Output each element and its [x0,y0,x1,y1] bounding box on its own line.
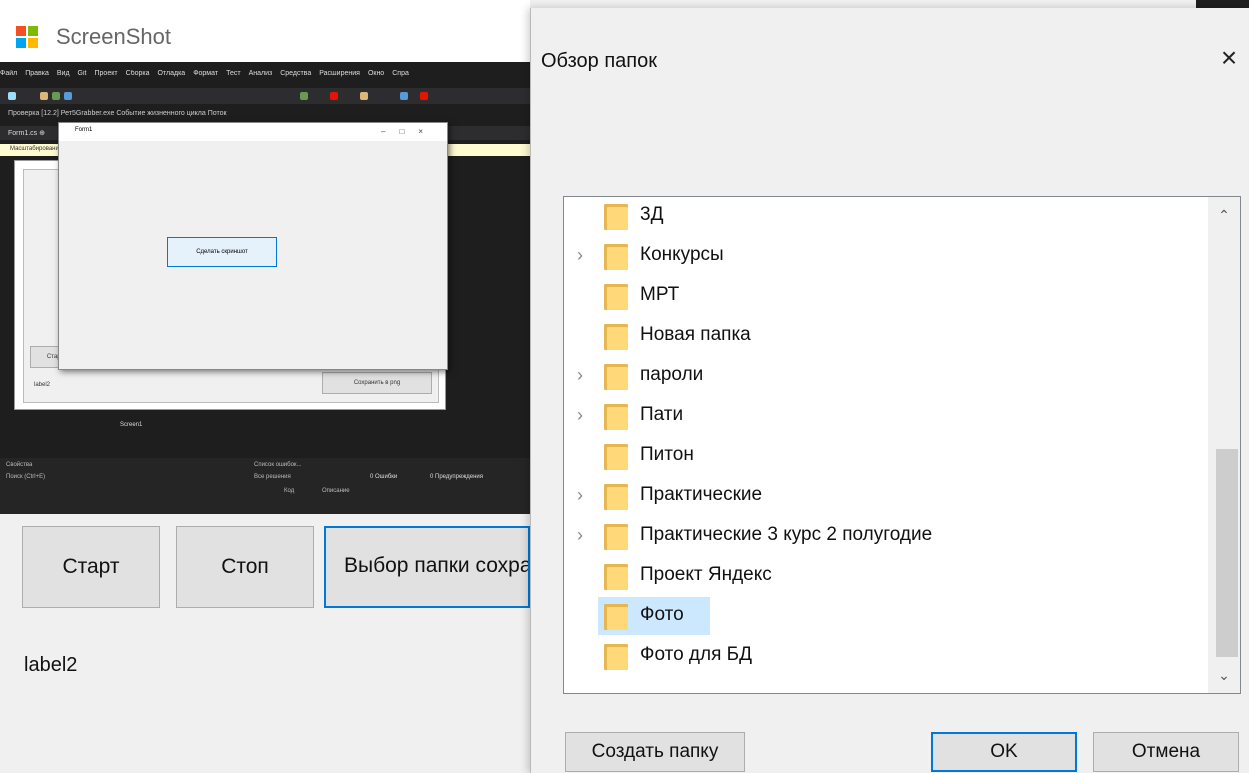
vs-designer-label: label2 [34,382,51,388]
folder-item[interactable]: › Практические [564,477,1204,517]
folder-item[interactable]: Новая папка [564,317,1204,357]
expand-chevron-icon[interactable]: › [572,365,588,385]
choose-folder-button[interactable]: Выбор папки сохранения [324,526,530,608]
vs-form1-screenshot-button: Сделать скриншот [167,237,277,267]
vs-menu-bar: Файл Правка Вид Git Проект Сборка Отладка Форма… [0,70,530,88]
vs-menu-item: Правка [25,70,49,77]
folder-name: Практические 3 курс 2 полугодие [640,524,933,545]
dialog-title: Обзор папок [541,50,657,72]
folder-name: МРТ [640,284,680,305]
vs-col-description: Описание [322,488,350,494]
folder-item[interactable]: Питон [564,437,1204,477]
app-titlebar: ScreenShot [0,0,530,62]
vs-menu-item: Проект [94,70,118,77]
scrollbar-thumb[interactable] [1216,449,1238,657]
folder-icon [604,604,628,630]
app-icon [16,26,38,48]
screenshot-preview: Файл Правка Вид Git Проект Сборка Отладка Форма… [0,62,530,514]
status-label: label2 [24,654,78,676]
folder-icon [604,484,628,510]
expand-chevron-icon[interactable]: › [572,485,588,505]
vs-warnings-count: 0 Предупреждения [430,474,483,480]
folder-icon [604,404,628,430]
folder-item[interactable]: Фото для БД [564,637,1204,677]
folder-item[interactable]: МРТ [564,277,1204,317]
folder-icon [604,324,628,350]
folder-item[interactable]: 3Д [564,197,1204,237]
vs-form1-window-controls: –□× [381,127,437,136]
start-button[interactable]: Старт [22,526,160,608]
cancel-button[interactable]: Отмена [1093,732,1239,772]
app-title: ScreenShot [56,24,171,49]
vs-menu-item: Анализ [248,70,273,77]
folder-name: 3Д [640,204,664,225]
folder-name: Пати [640,404,684,425]
folder-name: Новая папка [640,324,751,345]
vs-form1-title: Form1 [75,127,93,133]
folder-item[interactable]: Фото [564,597,1204,637]
ok-button[interactable]: OK [931,732,1077,772]
vs-menu-item: Отладка [157,70,186,77]
expand-chevron-icon[interactable]: › [572,405,588,425]
scroll-down-icon[interactable]: ⌄ [1208,657,1240,693]
browse-folder-dialog: Обзор папок × 3Д › Конкурсы МРТ Новая папка ›… [530,8,1249,773]
expand-chevron-icon[interactable]: › [572,245,588,265]
folder-name: Фото для БД [640,644,753,665]
close-icon[interactable]: × [1209,38,1249,78]
folder-icon [604,564,628,590]
vs-bottom-panels: Свойства Поиск (Ctrl+E) Список ошибок...… [0,458,530,514]
stop-button[interactable]: Стоп [176,526,314,608]
folder-item[interactable]: › Конкурсы [564,237,1204,277]
folder-item[interactable]: › Практические 3 курс 2 полугодие [564,517,1204,557]
folder-icon [604,244,628,270]
vs-errors-count: 0 Ошибки [370,474,398,480]
folder-item[interactable]: Проект Яндекс [564,557,1204,597]
tree-scrollbar[interactable]: ⌃ ⌄ [1208,197,1240,693]
vs-menu-item: Git [77,70,87,77]
folder-icon [604,204,628,230]
vs-form1-titlebar: Form1 –□× [59,123,447,141]
vs-col-code: Код [284,488,295,494]
scroll-up-icon[interactable]: ⌃ [1208,197,1240,233]
folder-icon [604,444,628,470]
vs-form1-window: Form1 –□× Сделать скриншот [58,122,448,370]
vs-menu-item: Файл [0,70,18,77]
vs-toolbar [0,88,530,104]
vs-menu-item: Тест [226,70,241,77]
folder-icon [604,524,628,550]
vs-properties-title: Свойства [6,462,33,468]
folder-name: Проект Яндекс [640,564,772,585]
vs-menu-item: Расширения [319,70,360,77]
folder-tree[interactable]: 3Д › Конкурсы МРТ Новая папка › пароли › Пати Пит… [563,196,1241,694]
vs-menu-item: Средства [280,70,312,77]
folder-item[interactable]: › пароли [564,357,1204,397]
folder-item[interactable]: › Пати [564,397,1204,437]
expand-chevron-icon[interactable]: › [572,525,588,545]
vs-error-scope: Все решения [254,474,291,480]
folder-icon [604,364,628,390]
folder-name: Фото [640,604,684,625]
vs-toolbar-process: Проверка [12.2] Рет5Grabber.exe Событие … [8,110,227,117]
new-folder-button[interactable]: Создать папку [565,732,745,772]
folder-icon [604,284,628,310]
vs-menu-item: Сборка [125,70,150,77]
folder-name: пароли [640,364,704,385]
vs-properties-search: Поиск (Ctrl+E) [6,474,46,480]
folder-icon [604,644,628,670]
vs-menu-item: Спра [392,70,409,77]
vs-error-list-title: Список ошибок... [254,462,302,468]
vs-menu-item: Вид [56,70,70,77]
vs-menu-item: Формат [193,70,219,77]
vs-menu-item: Окно [367,70,385,77]
vs-designer-save-button: Сохранить в png [322,372,432,394]
vs-status-item: Screen1 [120,422,143,428]
folder-name: Конкурсы [640,244,724,265]
folder-name: Практические [640,484,763,505]
folder-name: Питон [640,444,694,465]
